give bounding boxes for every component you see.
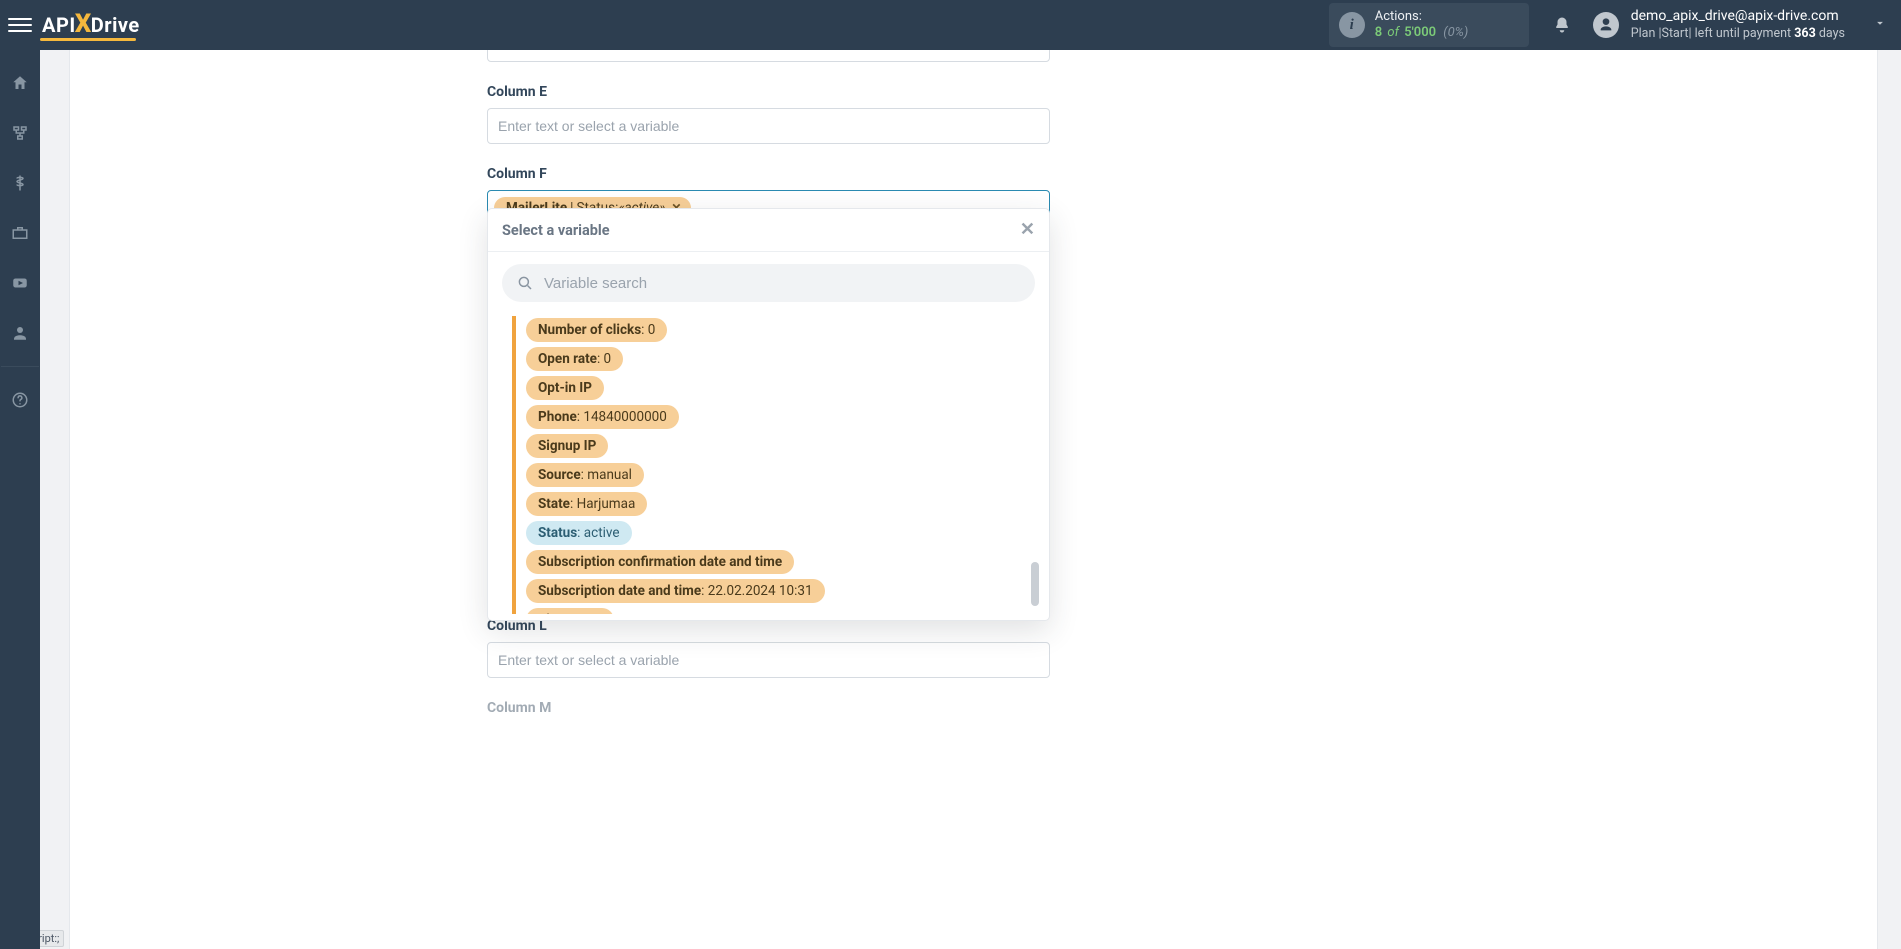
topbar: API X Drive i Actions: 8 of 5'000 (0%) d… xyxy=(0,0,1901,50)
search-icon xyxy=(516,274,534,292)
nav-video-icon[interactable] xyxy=(0,264,40,302)
page-card: Column E Column F MailerLite | Status: «… xyxy=(69,50,1878,949)
side-rail xyxy=(0,50,40,949)
dropdown-search[interactable] xyxy=(502,264,1035,302)
actions-used: 8 xyxy=(1375,25,1382,40)
dropdown-header: Select a variable ✕ xyxy=(488,209,1049,252)
variable-option[interactable]: Opt-in IP xyxy=(526,376,604,400)
nav-help-icon[interactable] xyxy=(0,381,40,419)
label-column-f: Column F xyxy=(487,166,1050,182)
field-column-f: Column F MailerLite | Status: «active» ✕… xyxy=(487,166,1050,226)
variable-option[interactable]: Zip: 13501 xyxy=(526,608,614,614)
actions-label: Actions: xyxy=(1375,9,1469,25)
nav-connections-icon[interactable] xyxy=(0,114,40,152)
user-email: demo_apix_drive@apix-drive.com xyxy=(1631,8,1845,26)
actions-lines: Actions: 8 of 5'000 (0%) xyxy=(1375,9,1469,42)
dropdown-title: Select a variable xyxy=(502,222,610,239)
dropdown-search-input[interactable] xyxy=(544,275,1021,292)
variable-option[interactable]: Number of clicks: 0 xyxy=(526,318,667,342)
input-column-d[interactable] xyxy=(487,50,1050,62)
notifications-icon[interactable] xyxy=(1551,14,1573,36)
brand-x: X xyxy=(75,9,92,39)
variable-option[interactable]: Status: active xyxy=(526,521,632,545)
info-icon: i xyxy=(1339,12,1365,38)
plan-word: Plan xyxy=(1631,26,1656,41)
nav-briefcase-icon[interactable] xyxy=(0,214,40,252)
variable-option[interactable]: Subscription confirmation date and time xyxy=(526,550,794,574)
field-column-m: Column M xyxy=(487,700,1050,716)
menu-toggle[interactable] xyxy=(8,13,32,37)
brand-underline xyxy=(40,38,136,41)
field-column-e: Column E xyxy=(487,84,1050,144)
variable-option[interactable]: State: Harjumaa xyxy=(526,492,647,516)
brand-logo[interactable]: API X Drive xyxy=(42,10,140,40)
close-icon[interactable]: ✕ xyxy=(1020,221,1035,239)
dropdown-scrollbar[interactable] xyxy=(1031,562,1039,606)
label-column-m: Column M xyxy=(487,700,1050,716)
variable-dropdown: Select a variable ✕ Number of clicks: 0 O… xyxy=(487,208,1050,621)
field-column-d xyxy=(487,50,1050,62)
field-column-l: Column L xyxy=(487,618,1050,678)
plan-left: left until payment xyxy=(1692,26,1795,41)
variable-option[interactable]: Open rate: 0 xyxy=(526,347,623,371)
brand-pre: API xyxy=(42,13,76,37)
actions-values: 8 of 5'000 (0%) xyxy=(1375,25,1469,41)
chevron-down-icon[interactable] xyxy=(1873,16,1887,34)
user-block[interactable]: demo_apix_drive@apix-drive.com Plan |Sta… xyxy=(1631,8,1845,41)
nav-home-icon[interactable] xyxy=(0,64,40,102)
actions-counter[interactable]: i Actions: 8 of 5'000 (0%) xyxy=(1329,3,1529,48)
actions-of: of xyxy=(1387,25,1399,40)
viewport: Column E Column F MailerLite | Status: «… xyxy=(40,50,1901,949)
input-column-e[interactable] xyxy=(487,108,1050,144)
nav-account-icon[interactable] xyxy=(0,314,40,352)
variable-option[interactable]: Source: manual xyxy=(526,463,644,487)
avatar-icon[interactable] xyxy=(1593,12,1619,38)
brand-post: Drive xyxy=(91,13,140,37)
dropdown-list: Number of clicks: 0 Open rate: 0 Opt-in IP… xyxy=(512,312,1039,614)
nav-billing-icon[interactable] xyxy=(0,164,40,202)
rail-separator xyxy=(1,366,39,367)
plan-days-num: 363 xyxy=(1794,26,1816,41)
plan-name: Start xyxy=(1662,26,1689,41)
actions-pct: (0%) xyxy=(1443,25,1468,40)
form-column: Column E Column F MailerLite | Status: «… xyxy=(487,50,1050,738)
label-column-e: Column E xyxy=(487,84,1050,100)
input-column-l[interactable] xyxy=(487,642,1050,678)
variable-option[interactable]: Phone: 14840000000 xyxy=(526,405,679,429)
actions-limit: 5'000 xyxy=(1404,25,1436,40)
variable-option[interactable]: Signup IP xyxy=(526,434,608,458)
variable-option[interactable]: Subscription date and time: 22.02.2024 1… xyxy=(526,579,825,603)
plan-days-word: days xyxy=(1816,26,1845,41)
user-subtitle: Plan |Start| left until payment 363 days xyxy=(1631,26,1845,42)
